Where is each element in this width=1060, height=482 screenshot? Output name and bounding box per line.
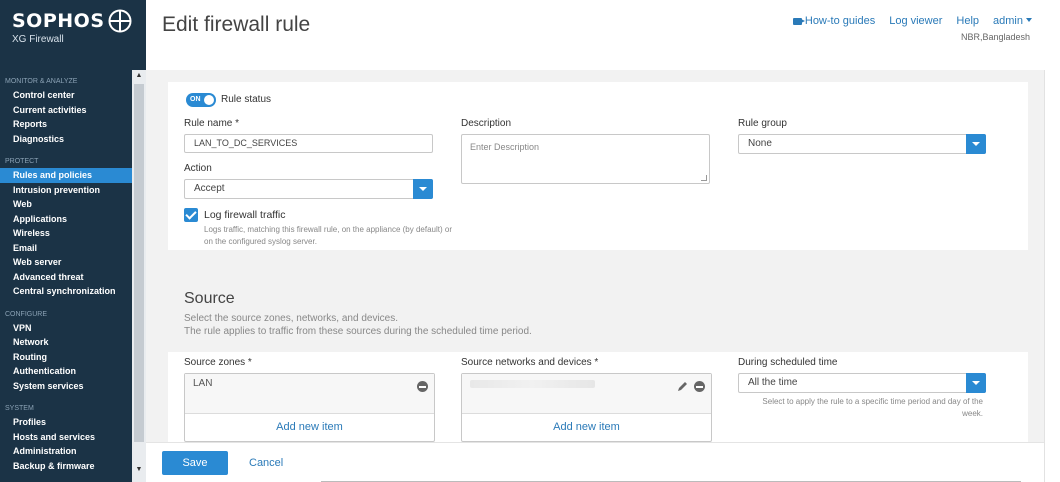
sidebar-item-applications[interactable]: Applications bbox=[0, 212, 132, 227]
toggle-knob bbox=[204, 95, 214, 105]
rule-status-toggle[interactable]: ON bbox=[186, 93, 216, 107]
log-viewer-link[interactable]: Log viewer bbox=[889, 15, 942, 27]
source-section-title: Source bbox=[184, 290, 235, 307]
sidebar-item-wireless[interactable]: Wireless bbox=[0, 226, 132, 241]
sidebar-nav: MONITOR & ANALYZE Control center Current… bbox=[0, 76, 132, 473]
resize-handle-icon[interactable] bbox=[701, 175, 707, 181]
how-to-guides-label: How-to guides bbox=[804, 15, 876, 27]
user-menu[interactable]: admin bbox=[993, 15, 1032, 27]
list-item: LAN bbox=[185, 374, 434, 414]
chevron-down-icon[interactable] bbox=[966, 134, 986, 154]
scheduled-time-value: All the time bbox=[748, 377, 798, 388]
sidebar-scroll-thumb[interactable] bbox=[134, 84, 144, 442]
scheduled-time-select[interactable]: All the time bbox=[738, 373, 986, 393]
sidebar-item-web-server[interactable]: Web server bbox=[0, 255, 132, 270]
source-desc-line-1: Select the source zones, networks, and d… bbox=[184, 313, 399, 324]
source-zones-label: Source zones * bbox=[184, 357, 252, 368]
description-label: Description bbox=[461, 118, 512, 129]
top-links: How-to guides Log viewer Help admin bbox=[792, 15, 1032, 27]
video-camera-icon bbox=[792, 18, 805, 25]
rule-group-value: None bbox=[748, 138, 772, 149]
list-item bbox=[462, 374, 711, 414]
sidebar-item-central-synchronization[interactable]: Central synchronization bbox=[0, 284, 132, 299]
help-link[interactable]: Help bbox=[956, 15, 979, 27]
main-scrollbar[interactable] bbox=[1044, 70, 1060, 482]
sidebar-item-backup-firmware[interactable]: Backup & firmware bbox=[0, 459, 132, 474]
action-value: Accept bbox=[194, 183, 225, 194]
scroll-up-icon[interactable]: ▲ bbox=[134, 72, 144, 79]
description-textarea[interactable]: Enter Description bbox=[461, 134, 710, 184]
sidebar-item-rules-and-policies[interactable]: Rules and policies bbox=[0, 168, 132, 183]
source-card: Source zones * LAN Add new item Source n… bbox=[168, 352, 1028, 442]
sidebar-item-control-center[interactable]: Control center bbox=[0, 88, 132, 103]
sidebar-item-current-activities[interactable]: Current activities bbox=[0, 103, 132, 118]
rule-name-input[interactable]: LAN_TO_DC_SERVICES bbox=[184, 134, 433, 153]
user-name: admin bbox=[993, 15, 1023, 27]
how-to-guides-link[interactable]: How-to guides bbox=[792, 15, 876, 27]
chevron-down-icon[interactable] bbox=[413, 179, 433, 199]
sidebar-item-vpn[interactable]: VPN bbox=[0, 321, 132, 336]
source-section-description: Select the source zones, networks, and d… bbox=[184, 312, 532, 338]
sidebar-item-hosts-and-services[interactable]: Hosts and services bbox=[0, 430, 132, 445]
scheduled-time-help: Select to apply the rule to a specific t… bbox=[762, 397, 983, 418]
chevron-down-icon[interactable] bbox=[966, 373, 986, 393]
rule-settings-card: ON Rule status Rule name * LAN_TO_DC_SER… bbox=[168, 82, 1028, 250]
page-title: Edit firewall rule bbox=[162, 13, 311, 36]
sidebar-scrollbar[interactable]: ▲ ▼ bbox=[132, 70, 146, 482]
sidebar-item-administration[interactable]: Administration bbox=[0, 444, 132, 459]
sidebar-item-email[interactable]: Email bbox=[0, 241, 132, 256]
cancel-button[interactable]: Cancel bbox=[249, 451, 283, 475]
nav-section-title: MONITOR & ANALYZE bbox=[5, 78, 78, 85]
rule-group-label: Rule group bbox=[738, 118, 787, 129]
toggle-state-label: ON bbox=[190, 96, 201, 103]
nav-section-title: PROTECT bbox=[5, 158, 39, 165]
chevron-down-icon bbox=[1026, 18, 1032, 22]
source-zones-box: LAN Add new item bbox=[184, 373, 435, 442]
action-label: Action bbox=[184, 163, 212, 174]
remove-icon[interactable] bbox=[417, 381, 428, 392]
pencil-icon[interactable] bbox=[677, 380, 689, 392]
source-networks-box: Add new item bbox=[461, 373, 712, 442]
zone-item-label: LAN bbox=[193, 378, 213, 389]
description-placeholder: Enter Description bbox=[470, 142, 540, 152]
scroll-down-icon[interactable]: ▼ bbox=[134, 466, 144, 473]
rule-group-select[interactable]: None bbox=[738, 134, 986, 154]
sidebar: SOPHOS XG Firewall MONITOR & ANALYZE Con… bbox=[0, 0, 146, 482]
add-network-button[interactable]: Add new item bbox=[462, 414, 711, 441]
main-content: ON Rule status Rule name * LAN_TO_DC_SER… bbox=[146, 70, 1044, 442]
remove-icon[interactable] bbox=[694, 381, 705, 392]
sophos-logo-icon bbox=[108, 9, 132, 33]
brand: SOPHOS XG Firewall bbox=[0, 0, 146, 70]
rule-status-label: Rule status bbox=[221, 94, 272, 105]
save-button[interactable]: Save bbox=[162, 451, 228, 475]
rule-name-label: Rule name * bbox=[184, 118, 240, 129]
sidebar-item-network[interactable]: Network bbox=[0, 335, 132, 350]
sidebar-item-diagnostics[interactable]: Diagnostics bbox=[0, 132, 132, 147]
sidebar-item-routing[interactable]: Routing bbox=[0, 350, 132, 365]
nav-section-title: SYSTEM bbox=[5, 405, 34, 412]
sidebar-item-profiles[interactable]: Profiles bbox=[0, 415, 132, 430]
log-traffic-checkbox[interactable] bbox=[184, 208, 198, 222]
redacted-network-items bbox=[470, 380, 595, 388]
sidebar-item-web[interactable]: Web bbox=[0, 197, 132, 212]
sidebar-item-reports[interactable]: Reports bbox=[0, 117, 132, 132]
source-desc-line-2: The rule applies to traffic from these s… bbox=[184, 326, 532, 337]
sidebar-item-system-services[interactable]: System services bbox=[0, 379, 132, 394]
sidebar-item-authentication[interactable]: Authentication bbox=[0, 364, 132, 379]
log-traffic-help: Logs traffic, matching this firewall rul… bbox=[204, 225, 452, 246]
log-traffic-label: Log firewall traffic bbox=[204, 209, 286, 221]
sidebar-item-advanced-threat[interactable]: Advanced threat bbox=[0, 270, 132, 285]
footer-bar: Save Cancel bbox=[146, 442, 1044, 482]
action-select[interactable]: Accept bbox=[184, 179, 433, 199]
nav-section-title: CONFIGURE bbox=[5, 310, 47, 318]
location-label: NBR,Bangladesh bbox=[960, 32, 1030, 42]
scheduled-time-label: During scheduled time bbox=[738, 357, 838, 368]
sidebar-item-intrusion-prevention[interactable]: Intrusion prevention bbox=[0, 183, 132, 198]
source-networks-label: Source networks and devices * bbox=[461, 357, 599, 368]
brand-product: XG Firewall bbox=[12, 34, 64, 45]
add-zone-button[interactable]: Add new item bbox=[185, 414, 434, 441]
